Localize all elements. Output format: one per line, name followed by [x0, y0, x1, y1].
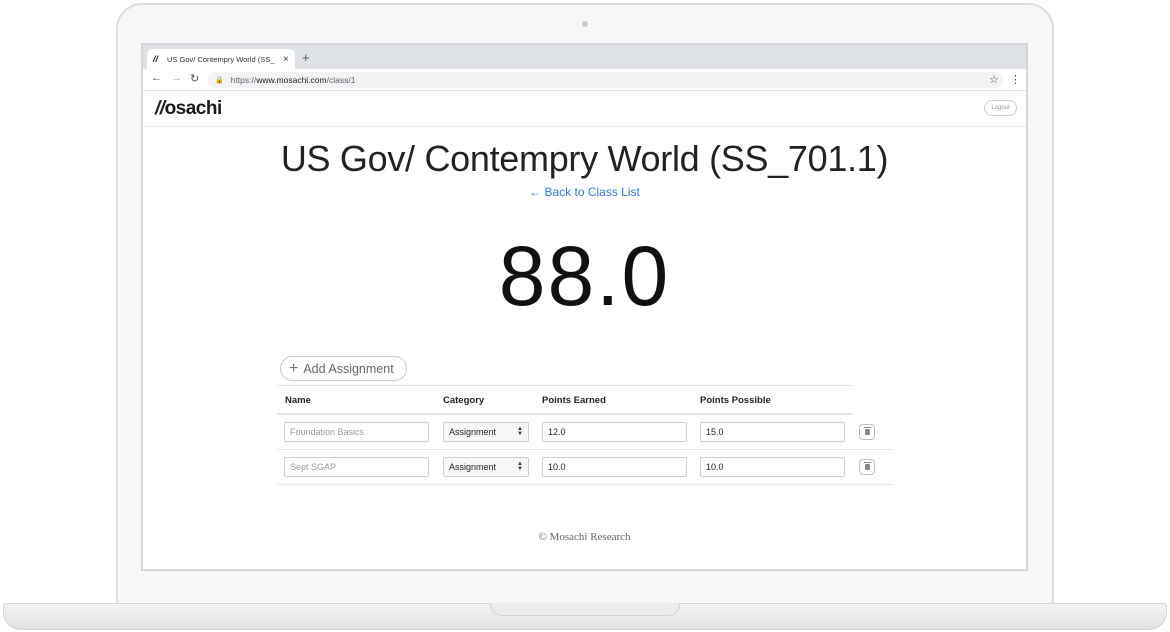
browser-tab-strip: // US Gov/ Contempry World (SS_ × +	[143, 45, 1026, 69]
header-name: Name	[285, 395, 311, 406]
points-possible-input[interactable]	[700, 457, 845, 477]
laptop-notch	[490, 603, 680, 616]
category-select[interactable]: Assignment ▲ ▼	[443, 422, 529, 442]
header-points-earned: Points Earned	[542, 395, 606, 406]
laptop-screen: // US Gov/ Contempry World (SS_ × + ← → …	[141, 43, 1028, 571]
browser-tab[interactable]: // US Gov/ Contempry World (SS_ ×	[147, 49, 295, 69]
forward-arrow-icon[interactable]: →	[171, 72, 182, 84]
browser-menu-icon[interactable]: ⋮	[1010, 73, 1021, 86]
lock-icon: 🔒	[215, 77, 224, 84]
url-text: https://www.mosachi.com/class/1	[230, 75, 356, 85]
points-possible-input[interactable]	[700, 422, 845, 442]
select-arrows-icon: ▲ ▼	[517, 461, 523, 472]
back-arrow-icon[interactable]: ←	[151, 72, 162, 84]
page-title: US Gov/ Contempry World (SS_701.1)	[280, 138, 889, 179]
address-bar[interactable]: 🔒 https://www.mosachi.com/class/1	[207, 72, 1003, 88]
logout-button[interactable]: Logout	[984, 100, 1017, 116]
trash-icon	[863, 462, 871, 470]
delete-row-button[interactable]	[859, 459, 875, 475]
close-tab-icon[interactable]: ×	[283, 54, 289, 65]
grade-display: 88.0	[498, 229, 671, 323]
plus-icon: +	[289, 359, 299, 377]
add-assignment-button[interactable]: + Add Assignment	[280, 356, 407, 381]
mosachi-logo[interactable]: //osachi	[155, 98, 222, 120]
browser-toolbar: ← → ↻ 🔒 https://www.mosachi.com/class/1 …	[143, 69, 1026, 91]
camera-dot	[582, 21, 588, 27]
table-header: Name Category Points Earned Points Possi…	[277, 385, 853, 415]
bookmark-star-icon[interactable]: ☆	[989, 73, 999, 86]
select-arrows-icon: ▲ ▼	[517, 426, 523, 437]
points-earned-input[interactable]	[542, 457, 687, 477]
reload-icon[interactable]: ↻	[190, 72, 199, 85]
trash-icon	[863, 427, 871, 435]
add-assignment-label: Add Assignment	[303, 361, 394, 376]
footer-copyright: © Mosachi Research	[538, 531, 631, 543]
favicon-icon: //	[153, 54, 159, 64]
tab-title: US Gov/ Contempry World (SS_	[167, 54, 275, 64]
category-select[interactable]: Assignment ▲ ▼	[443, 457, 529, 477]
points-earned-input[interactable]	[542, 422, 687, 442]
assignment-name-input[interactable]	[284, 422, 429, 442]
delete-row-button[interactable]	[859, 424, 875, 440]
assignment-name-input[interactable]	[284, 457, 429, 477]
header-category: Category	[443, 395, 485, 406]
back-to-class-list-link[interactable]: ← Back to Class List	[143, 185, 1026, 199]
new-tab-button[interactable]: +	[302, 50, 310, 65]
page-content: //osachi Logout US Gov/ Contempry World …	[143, 91, 1026, 569]
table-row: Assignment ▲▼	[277, 450, 893, 485]
header-points-possible: Points Possible	[700, 395, 771, 406]
assignments-table: Name Category Points Earned Points Possi…	[277, 385, 893, 485]
table-row: Assignment ▲▼	[277, 415, 893, 450]
app-navbar: //osachi Logout	[143, 91, 1026, 127]
